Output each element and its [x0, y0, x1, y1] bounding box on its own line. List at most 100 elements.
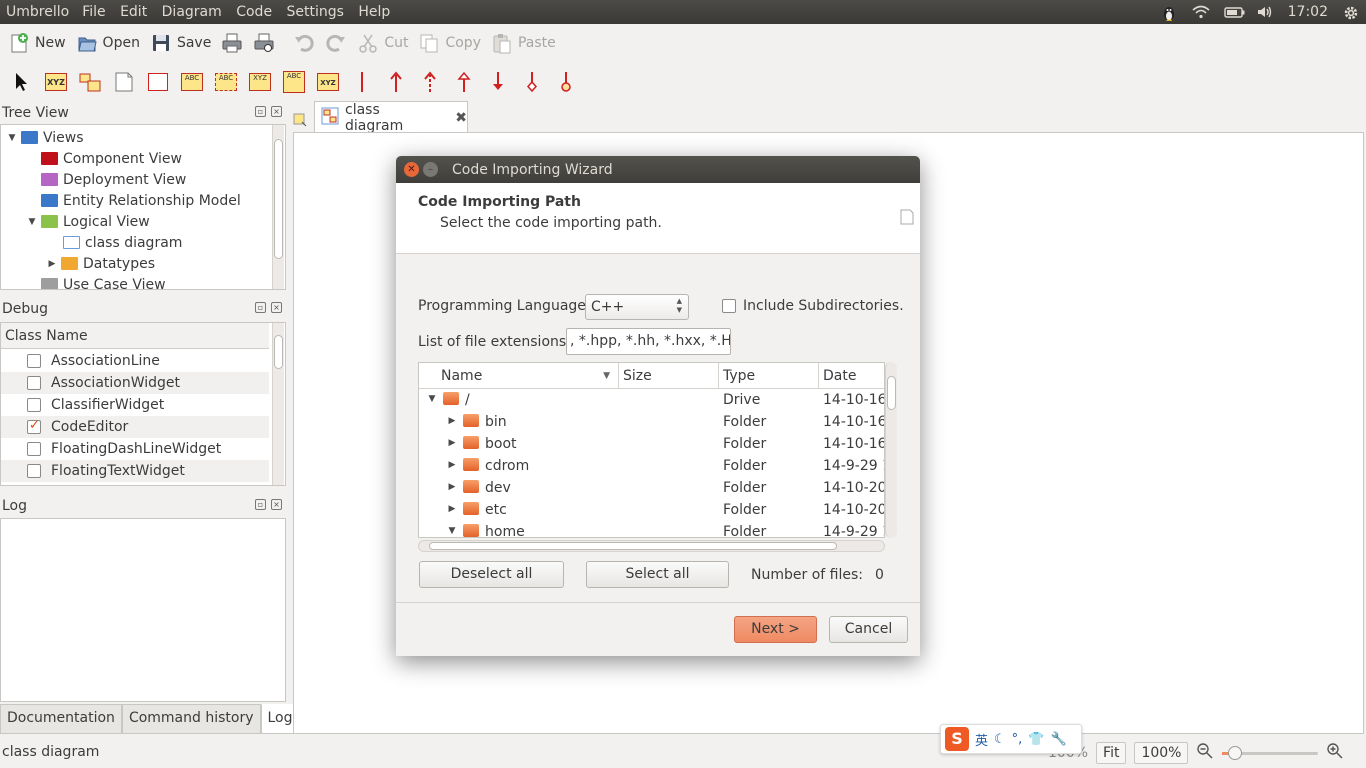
- new-button[interactable]: New: [6, 29, 74, 57]
- checkbox[interactable]: [27, 376, 41, 390]
- collapsed-arrow-icon[interactable]: ▶: [447, 482, 457, 492]
- collapsed-arrow-icon[interactable]: ▶: [447, 460, 457, 470]
- ime-toolbar[interactable]: S 英 ☾ °, 👕 🔧: [940, 724, 1082, 754]
- column-size[interactable]: Size: [619, 363, 719, 389]
- enum-tool-icon[interactable]: XYZ: [248, 70, 272, 94]
- dependency-tool-icon[interactable]: [418, 70, 442, 94]
- aggregation-tool-icon[interactable]: [520, 70, 544, 94]
- table-row[interactable]: ▶ bin Folder 14-10-16: [419, 412, 884, 434]
- datatype-tool-icon[interactable]: ABC: [214, 70, 238, 94]
- list-item[interactable]: FloatingTextWidget: [1, 460, 269, 482]
- close-tab-icon[interactable]: ✖: [455, 110, 467, 126]
- table-row[interactable]: ▼ / Drive 14-10-16: [419, 390, 884, 412]
- close-icon[interactable]: ×: [271, 302, 282, 313]
- menu-settings[interactable]: Settings: [282, 4, 349, 20]
- template-tool-icon[interactable]: XYZ: [316, 70, 340, 94]
- tree-item-entity-relationship-model[interactable]: Entity Relationship Model: [37, 190, 241, 211]
- next-button[interactable]: Next >: [734, 616, 817, 643]
- close-icon[interactable]: ×: [271, 106, 282, 117]
- fit-button[interactable]: Fit: [1096, 742, 1127, 764]
- cancel-button[interactable]: Cancel: [829, 616, 908, 643]
- extensions-input[interactable]: , *.hpp, *.hh, *.hxx, *.H: [566, 328, 731, 355]
- volume-icon[interactable]: [1256, 4, 1274, 20]
- log-panel[interactable]: [0, 518, 286, 702]
- select-all-button[interactable]: Select all: [586, 561, 729, 588]
- realization-tool-icon[interactable]: [452, 70, 476, 94]
- wrench-icon[interactable]: 🔧: [1051, 732, 1067, 747]
- debug-scrollbar[interactable]: [272, 323, 284, 485]
- deselect-all-button[interactable]: Deselect all: [419, 561, 564, 588]
- undo-button[interactable]: [291, 29, 323, 57]
- list-item[interactable]: ClassifierWidget: [1, 394, 269, 416]
- tree-item-class-diagram[interactable]: class diagram: [59, 232, 182, 253]
- checkbox[interactable]: [27, 442, 41, 456]
- file-table-vscroll[interactable]: [885, 362, 897, 538]
- expanded-arrow-icon[interactable]: ▼: [447, 526, 457, 536]
- tree-item-use-case-view[interactable]: Use Case View: [37, 274, 166, 289]
- tree-item-datatypes[interactable]: ▶ Datatypes: [47, 253, 155, 274]
- redo-button[interactable]: [323, 29, 355, 57]
- menu-help[interactable]: Help: [353, 4, 395, 20]
- language-select[interactable]: C++ ▲ ▼: [585, 294, 689, 320]
- zoom-out-icon[interactable]: [1196, 742, 1214, 764]
- checkbox[interactable]: [27, 354, 41, 368]
- table-row[interactable]: ▼ home Folder 14-9-29 1: [419, 522, 884, 537]
- tree-item-views[interactable]: ▼ Views: [7, 127, 84, 148]
- shirt-icon[interactable]: 👕: [1028, 732, 1044, 747]
- collapsed-arrow-icon[interactable]: ▶: [447, 416, 457, 426]
- menu-code[interactable]: Code: [231, 4, 277, 20]
- table-row[interactable]: ▶ dev Folder 14-10-20: [419, 478, 884, 500]
- menu-diagram[interactable]: Diagram: [157, 4, 227, 20]
- package-tool-icon[interactable]: [78, 70, 102, 94]
- association-tool-icon[interactable]: [350, 70, 374, 94]
- column-date[interactable]: Date Moc: [819, 363, 884, 389]
- linux-penguin-icon[interactable]: [1160, 4, 1178, 21]
- expanded-arrow-icon[interactable]: ▼: [427, 394, 437, 404]
- close-window-icon[interactable]: ✕: [404, 162, 419, 177]
- sogou-logo-icon[interactable]: S: [945, 727, 969, 751]
- moon-icon[interactable]: ☾: [994, 732, 1006, 747]
- column-name[interactable]: Name ▼: [419, 363, 619, 389]
- print-preview-button[interactable]: [251, 29, 283, 57]
- table-row[interactable]: ▶ boot Folder 14-10-16: [419, 434, 884, 456]
- table-row[interactable]: ▶ etc Folder 14-10-20: [419, 500, 884, 522]
- checkbox[interactable]: [27, 464, 41, 478]
- collapsed-arrow-icon[interactable]: ▶: [447, 504, 457, 514]
- table-row[interactable]: ▶ cdrom Folder 14-9-29 1: [419, 456, 884, 478]
- tab-class-diagram[interactable]: class diagram ✖: [314, 101, 468, 134]
- generalization-tool-icon[interactable]: [384, 70, 408, 94]
- zoom-value[interactable]: 100%: [1134, 742, 1189, 764]
- collapsed-arrow-icon[interactable]: ▶: [47, 259, 57, 269]
- app-name[interactable]: Umbrello: [0, 4, 77, 20]
- box-tool-icon[interactable]: [146, 70, 170, 94]
- wifi-icon[interactable]: [1192, 4, 1210, 20]
- file-table-hscroll[interactable]: [418, 540, 885, 552]
- print-button[interactable]: [219, 29, 251, 57]
- tab-command-history[interactable]: Command history: [121, 704, 261, 734]
- checkbox[interactable]: [27, 398, 41, 412]
- tab-documentation[interactable]: Documentation: [0, 704, 122, 734]
- zoom-in-icon[interactable]: [1326, 742, 1344, 764]
- column-type[interactable]: Type: [719, 363, 819, 389]
- treeview-scrollbar[interactable]: [272, 125, 284, 289]
- containment-tool-icon[interactable]: [554, 70, 578, 94]
- float-icon[interactable]: ▫: [255, 499, 266, 510]
- cut-button[interactable]: Cut: [355, 29, 416, 57]
- expanded-arrow-icon[interactable]: ▼: [27, 217, 37, 227]
- copy-button[interactable]: Copy: [416, 29, 489, 57]
- settings-gear-icon[interactable]: [1342, 4, 1360, 20]
- class-name-header[interactable]: Class Name: [1, 323, 269, 349]
- punctuation-icon[interactable]: °,: [1012, 732, 1023, 747]
- close-icon[interactable]: ×: [271, 499, 282, 510]
- tree-item-deployment-view[interactable]: Deployment View: [37, 169, 186, 190]
- class-tool-icon[interactable]: XYZ: [44, 70, 68, 94]
- paste-button[interactable]: Paste: [489, 29, 564, 57]
- minimize-window-icon[interactable]: –: [423, 162, 438, 177]
- collapsed-arrow-icon[interactable]: ▶: [447, 438, 457, 448]
- list-item[interactable]: AssociationWidget: [1, 372, 269, 394]
- entity-tool-icon[interactable]: ABC: [282, 70, 306, 94]
- float-icon[interactable]: ▫: [255, 302, 266, 313]
- interface-tool-icon[interactable]: ABC: [180, 70, 204, 94]
- language-toggle[interactable]: 英: [975, 730, 988, 749]
- note-tool-icon[interactable]: [112, 70, 136, 94]
